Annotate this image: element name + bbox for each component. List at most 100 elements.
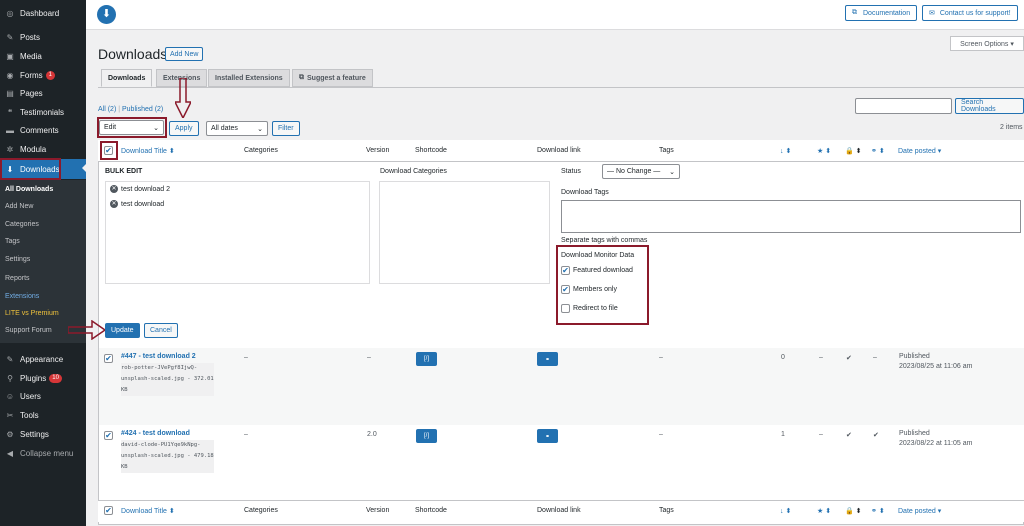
row-featured: – — [819, 431, 823, 438]
pages-icon: ▤ — [6, 88, 14, 98]
sidebar-item-settings[interactable]: ⚙ Settings — [0, 425, 86, 443]
row-redirect: ✔ — [873, 432, 879, 439]
sidebar-item-comments[interactable]: ▬ Comments — [0, 121, 86, 139]
tab-installed-extensions[interactable]: Installed Extensions — [208, 69, 290, 87]
col-download-title[interactable]: Download Title ⬍ — [121, 507, 175, 515]
search-downloads-button[interactable]: Search Downloads — [955, 98, 1024, 114]
col-redirect[interactable]: ⚭ ⬍ — [871, 147, 885, 155]
envelope-icon: ✉ — [929, 10, 935, 17]
documentation-button[interactable]: ⧉ Documentation — [845, 5, 918, 21]
select-all-checkbox-footer[interactable]: ✔ — [104, 506, 113, 515]
submenu-all-downloads[interactable]: All Downloads — [0, 181, 86, 198]
tags-textarea[interactable] — [561, 200, 1021, 233]
copy-shortcode-button[interactable]: [/] — [416, 429, 437, 443]
col-members-only[interactable]: 🔒 ⬍ — [845, 147, 862, 155]
row-version: – — [367, 354, 371, 361]
col-featured[interactable]: ★ ⬍ — [817, 147, 831, 155]
col-tags: Tags — [659, 507, 674, 514]
col-categories: Categories — [244, 147, 278, 154]
col-download-count[interactable]: ↓ ⬍ — [780, 147, 791, 155]
file-line: KB — [121, 464, 128, 470]
sidebar-label: Appearance — [20, 354, 64, 364]
remove-icon[interactable]: ✕ — [110, 200, 118, 208]
sidebar-item-media[interactable]: ▣ Media — [0, 47, 86, 65]
sidebar-item-dashboard[interactable]: ◎ Dashboard — [0, 4, 86, 22]
row-featured: – — [819, 354, 823, 361]
sort-icon: ⬍ — [785, 148, 792, 155]
sidebar-item-pages[interactable]: ▤ Pages — [0, 84, 86, 102]
view-published-link[interactable]: Published (2) — [122, 106, 163, 113]
sidebar-item-plugins[interactable]: ⚲ Plugins 10 — [0, 369, 86, 387]
sidebar-collapse-menu[interactable]: ◀ Collapse menu — [0, 444, 86, 462]
tab-suggest-feature[interactable]: ⧉ Suggest a feature — [292, 69, 373, 87]
bulk-title-label: test download 2 — [121, 185, 171, 193]
col-download-count[interactable]: ↓ ⬍ — [780, 507, 791, 515]
sort-desc-icon: ▾ — [937, 148, 942, 155]
tab-downloads[interactable]: Downloads — [101, 69, 153, 87]
file-line: unsplash-scaled.jpg - 372.01 — [121, 376, 214, 382]
support-button[interactable]: ✉ Contact us for support! — [922, 5, 1018, 21]
tab-divider — [98, 87, 1024, 88]
row-download-count: 1 — [781, 431, 785, 438]
sidebar-item-testimonials[interactable]: ❝ Testimonials — [0, 103, 86, 121]
bulk-titles-list — [105, 181, 370, 284]
file-line: KB — [121, 387, 128, 393]
sidebar-item-posts[interactable]: ✎ Posts — [0, 28, 86, 46]
submenu-tags[interactable]: Tags — [0, 233, 86, 250]
sidebar-item-tools[interactable]: ✂ Tools — [0, 406, 86, 424]
row-title-link[interactable]: #424 - test download — [121, 430, 190, 437]
row-version: 2.0 — [367, 431, 377, 438]
sidebar-item-appearance[interactable]: ✎ Appearance — [0, 350, 86, 368]
col-members-only[interactable]: 🔒 ⬍ — [845, 507, 862, 515]
filter-button[interactable]: Filter — [272, 121, 300, 136]
remove-icon[interactable]: ✕ — [110, 185, 118, 193]
row-checkbox[interactable]: ✔ — [104, 431, 113, 440]
row-download-count: 0 — [781, 354, 785, 361]
current-menu-arrow — [82, 164, 86, 172]
col-date-posted[interactable]: Date posted ▾ — [898, 507, 941, 515]
admin-sidebar: ◎ Dashboard ✎ Posts ▣ Media ◉ Forms 1 ▤ Pages … — [0, 0, 86, 526]
sidebar-item-forms[interactable]: ◉ Forms 1 — [0, 66, 86, 84]
copy-link-button[interactable]: ⚭ — [537, 429, 558, 443]
col-redirect[interactable]: ⚭ ⬍ — [871, 507, 885, 515]
screen-options-toggle[interactable]: Screen Options ▾ — [950, 36, 1024, 51]
apply-button[interactable]: Apply — [169, 121, 199, 136]
modula-icon: ✲ — [6, 144, 14, 154]
submenu-reports[interactable]: Reports — [0, 270, 86, 287]
view-all-link[interactable]: All (2) — [98, 106, 116, 113]
row-title-link[interactable]: #447 - test download 2 — [121, 353, 196, 360]
collapse-icon: ◀ — [6, 448, 14, 458]
search-input[interactable] — [855, 98, 952, 114]
external-link-icon: ⧉ — [299, 74, 304, 81]
row-checkbox[interactable]: ✔ — [104, 354, 113, 363]
col-download-title[interactable]: Download Title ⬍ — [121, 147, 175, 155]
sort-icon: ⬍ — [825, 508, 832, 515]
categories-label: Download Categories — [380, 168, 447, 175]
tags-label: Download Tags — [561, 189, 609, 196]
cancel-button[interactable]: Cancel — [144, 323, 178, 338]
sidebar-item-modula[interactable]: ✲ Modula — [0, 140, 86, 158]
submenu-settings[interactable]: Settings — [0, 251, 86, 268]
status-select[interactable]: — No Change — ⌄ — [602, 164, 680, 179]
categories-checklist[interactable] — [379, 181, 550, 284]
sidebar-item-users[interactable]: ☺ Users — [0, 387, 86, 405]
submenu-extensions[interactable]: Extensions — [0, 288, 86, 305]
col-date-posted[interactable]: Date posted ▾ — [898, 147, 941, 155]
col-featured[interactable]: ★ ⬍ — [817, 507, 831, 515]
update-button[interactable]: Update — [105, 323, 140, 338]
dates-filter-select[interactable]: All dates ⌄ — [206, 121, 268, 136]
submenu-add-new[interactable]: Add New — [0, 198, 86, 215]
add-new-button[interactable]: Add New — [165, 47, 204, 61]
col-label: Date posted — [898, 508, 936, 515]
sidebar-label: Modula — [20, 144, 47, 154]
copy-shortcode-button[interactable]: [/] — [416, 352, 437, 366]
file-line: unsplash-scaled.jpg - 479.18 — [121, 453, 214, 459]
copy-link-button[interactable]: ⚭ — [537, 352, 558, 366]
submenu-categories[interactable]: Categories — [0, 216, 86, 233]
sort-icon: ⬍ — [785, 508, 792, 515]
sidebar-label: Settings — [20, 429, 49, 439]
bulk-action-highlight-box — [97, 117, 167, 138]
view-filters: All (2) | Published (2) — [98, 106, 163, 113]
sort-icon: ⬍ — [168, 148, 175, 155]
tags-hint: Separate tags with commas — [561, 237, 648, 244]
